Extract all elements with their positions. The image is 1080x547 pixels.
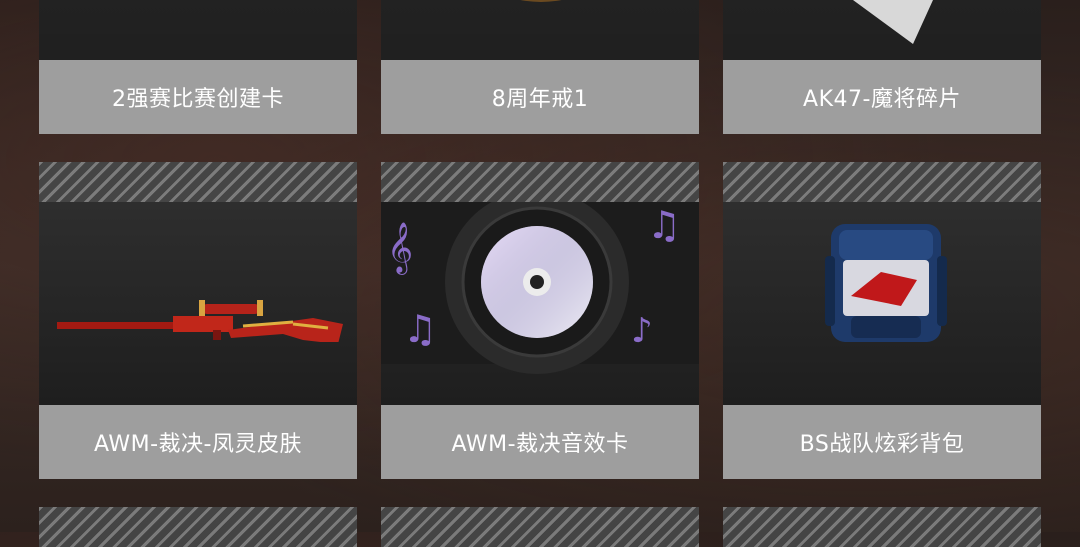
item-label: 8周年戒1: [381, 60, 699, 134]
item-label: 2强赛比赛创建卡: [39, 60, 357, 134]
item-label: AWM-裁决-凤灵皮肤: [39, 405, 357, 479]
ring-icon: [520, 0, 562, 2]
svg-text:♫: ♫: [403, 307, 437, 351]
item-thumbnail: [723, 0, 1041, 60]
svg-text:♪: ♪: [631, 311, 653, 351]
item-label: BS战队炫彩背包: [723, 405, 1041, 479]
item-label: AWM-裁决音效卡: [381, 405, 699, 479]
svg-text:♫: ♫: [647, 203, 681, 247]
item-thumbnail: [39, 162, 357, 406]
item-thumbnail: [723, 162, 1041, 406]
backpack-icon: [825, 224, 947, 342]
item-label: AK47-魔将碎片: [723, 60, 1041, 134]
item-thumbnail: [39, 0, 357, 60]
music-disc-icon: 𝄞 ♫ ♫ ♪: [381, 202, 699, 374]
item-thumbnail: [723, 507, 1041, 547]
sniper-rifle-icon: [57, 300, 343, 342]
item-thumbnail: [381, 507, 699, 547]
fragment-icon: [853, 0, 933, 44]
item-grid: 2强赛比赛创建卡 8周年戒1 AK47-魔将碎片 AWM-裁决-凤灵皮肤 𝄞 ♫…: [0, 0, 1080, 547]
item-thumbnail: [39, 507, 357, 547]
item-thumbnail: 𝄞 ♫ ♫ ♪: [381, 162, 699, 406]
item-thumbnail: [381, 0, 699, 60]
svg-text:𝄞: 𝄞: [387, 222, 413, 275]
